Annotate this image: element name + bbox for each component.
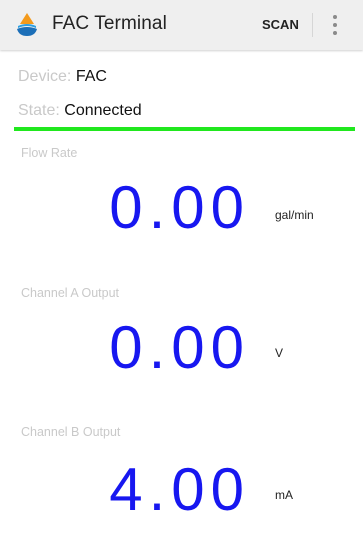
flow-rate-value: 0.00 (109, 174, 250, 241)
channel-b-label: Channel B Output (21, 425, 121, 439)
channel-b-unit: mA (275, 488, 293, 502)
more-vertical-icon[interactable] (325, 12, 347, 38)
channel-a-label: Channel A Output (21, 286, 119, 300)
device-value: FAC (75, 68, 107, 85)
channel-a-value: 0.00 (109, 314, 250, 381)
device-row: Device: FAC (18, 67, 107, 87)
connection-status-bar (14, 127, 355, 131)
water-drop-logo-icon (17, 13, 37, 36)
channel-a-unit: V (275, 346, 284, 360)
flow-rate-unit: gal/min (275, 208, 314, 222)
scan-button[interactable]: SCAN (262, 17, 299, 32)
state-value: Connected (64, 102, 142, 119)
channel-b-value: 4.00 (109, 456, 250, 523)
app-bar: FAC Terminal SCAN (0, 0, 363, 50)
app-title: FAC Terminal (52, 13, 167, 34)
device-key: Device: (18, 68, 72, 85)
flow-rate-label: Flow Rate (21, 146, 78, 160)
state-key: State: (18, 102, 60, 119)
state-row: State: Connected (18, 101, 142, 121)
toolbar-divider (312, 13, 313, 37)
